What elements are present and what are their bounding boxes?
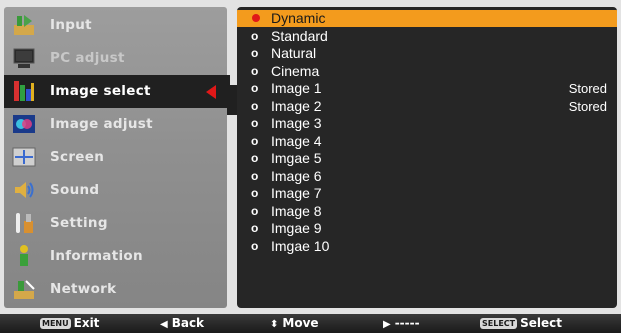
menu-item-sound[interactable]: Sound — [4, 174, 227, 207]
option-row[interactable]: Dynamic — [237, 10, 617, 27]
exit-label: Exit — [73, 316, 100, 330]
menu-item-input[interactable]: Input — [4, 9, 227, 42]
option-row[interactable]: o Image 1 Stored — [237, 80, 617, 97]
unselected-bullet-icon: o — [251, 46, 259, 60]
pc-adjust-icon — [12, 46, 36, 70]
image-adjust-icon — [12, 112, 36, 136]
active-pointer-icon — [206, 85, 216, 99]
setting-icon — [12, 211, 36, 235]
menu-item-setting[interactable]: Setting — [4, 207, 227, 240]
option-label: Imgae 5 — [271, 150, 322, 166]
image-select-icon — [12, 79, 36, 103]
option-row[interactable]: o Imgae 9 — [237, 220, 617, 237]
option-label: Dynamic — [271, 10, 326, 26]
unselected-bullet-icon: o — [251, 168, 259, 183]
option-row[interactable]: o Natural — [237, 45, 617, 62]
unselected-bullet-icon: o — [251, 151, 259, 165]
menu-item-label: Screen — [50, 149, 105, 165]
information-icon — [12, 244, 36, 268]
move-label: Move — [282, 316, 319, 330]
option-row[interactable]: o Imgae 10 — [237, 238, 617, 255]
option-label: Cinema — [271, 62, 320, 79]
unselected-bullet-icon: o — [251, 116, 259, 130]
option-label: Image 1 — [271, 80, 322, 96]
bottom-help-bar: MENU Exit ◀ Back ⬍ Move ▶ ----- SELECT Select — [0, 314, 621, 333]
next-arrow-icon: ▶ — [383, 319, 391, 330]
menu-item-pc-adjust[interactable]: PC adjust — [4, 42, 227, 75]
option-label: Natural — [271, 45, 317, 61]
next-hint[interactable]: ▶ ----- — [383, 316, 420, 332]
option-status: Stored — [568, 81, 607, 96]
select-key-icon: SELECT — [480, 318, 518, 329]
menu-connector — [227, 85, 237, 115]
input-icon — [12, 13, 36, 37]
option-label: Image 6 — [271, 167, 322, 184]
menu-item-label: Setting — [50, 215, 108, 231]
menu-item-label: Image select — [50, 83, 151, 99]
back-hint[interactable]: ◀ Back — [160, 316, 204, 332]
select-hint[interactable]: SELECT Select — [480, 316, 562, 331]
unselected-bullet-icon: o — [251, 81, 259, 95]
option-row[interactable]: o Imgae 5 — [237, 150, 617, 167]
option-label: Image 2 — [271, 97, 322, 114]
network-icon — [12, 277, 36, 301]
unselected-bullet-icon: o — [251, 98, 259, 113]
menu-item-label: Information — [50, 248, 143, 264]
option-label: Imgae 9 — [271, 220, 322, 236]
option-row[interactable]: o Image 2 Stored — [237, 98, 617, 115]
option-label: Standard — [271, 27, 328, 44]
image-select-list: Dynamic o Standard o Natural o Cinema o Image 1S… — [237, 7, 617, 308]
option-label: Image 3 — [271, 115, 322, 131]
option-label: Imgae 10 — [271, 237, 330, 254]
sound-icon — [12, 178, 36, 202]
move-arrows-icon: ⬍ — [270, 319, 279, 330]
back-arrow-icon: ◀ — [160, 319, 168, 330]
menu-item-network[interactable]: Network — [4, 273, 227, 306]
unselected-bullet-icon: o — [251, 238, 259, 253]
menu-item-image-select[interactable]: Image select — [4, 75, 230, 108]
option-row[interactable]: o Image 6 — [237, 168, 617, 185]
menu-item-label: PC adjust — [50, 50, 125, 66]
option-row[interactable]: o Image 3 — [237, 115, 617, 132]
option-row[interactable]: o Image 4 — [237, 133, 617, 150]
menu-item-label: Input — [50, 17, 92, 33]
next-label: ----- — [394, 316, 420, 330]
menu-key-icon: MENU — [40, 318, 71, 329]
option-label: Image 4 — [271, 132, 322, 149]
option-label: Image 7 — [271, 185, 322, 201]
screen-icon — [12, 145, 36, 169]
unselected-bullet-icon: o — [251, 133, 259, 148]
menu-item-label: Image adjust — [50, 116, 153, 132]
option-row[interactable]: o Image 8 — [237, 203, 617, 220]
unselected-bullet-icon: o — [251, 221, 259, 235]
selected-dot-icon — [252, 14, 260, 22]
menu-item-image-adjust[interactable]: Image adjust — [4, 108, 227, 141]
option-row[interactable]: o Standard — [237, 28, 617, 45]
unselected-bullet-icon: o — [251, 186, 259, 200]
menu-item-screen[interactable]: Screen — [4, 141, 227, 174]
menu-item-information[interactable]: Information — [4, 240, 227, 273]
unselected-bullet-icon: o — [251, 28, 259, 43]
exit-hint[interactable]: MENU Exit — [40, 316, 99, 331]
menu-item-label: Sound — [50, 182, 100, 198]
back-label: Back — [171, 316, 205, 330]
main-menu-panel: Input PC adjust Image select Image adjust Sc… — [4, 7, 230, 308]
menu-item-label: Network — [50, 281, 117, 297]
unselected-bullet-icon: o — [251, 63, 259, 78]
unselected-bullet-icon: o — [251, 203, 259, 218]
option-status: Stored — [568, 98, 607, 114]
option-row[interactable]: o Image 7 — [237, 185, 617, 202]
option-label: Image 8 — [271, 202, 322, 219]
option-row[interactable]: o Cinema — [237, 63, 617, 80]
move-hint[interactable]: ⬍ Move — [270, 316, 319, 332]
select-label: Select — [520, 316, 563, 330]
